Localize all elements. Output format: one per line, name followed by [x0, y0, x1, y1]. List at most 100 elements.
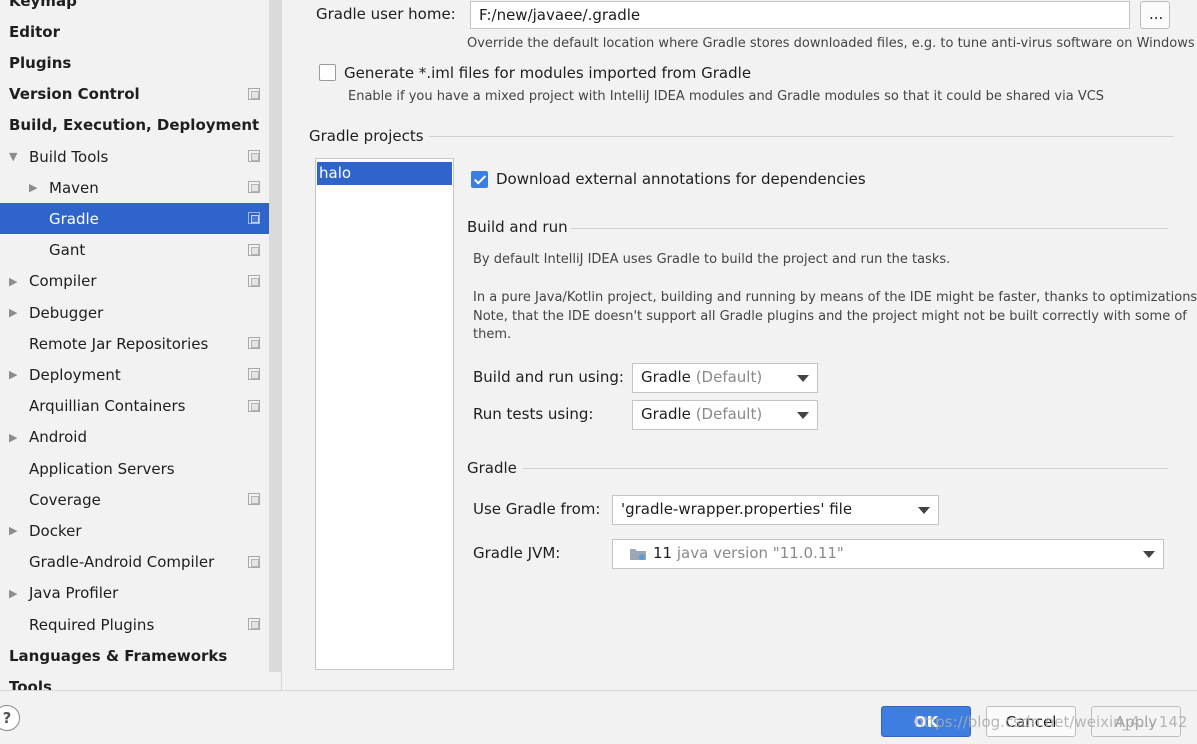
project-settings-icon: [248, 274, 260, 287]
sidebar-item-label: Gradle: [49, 209, 99, 228]
generate-iml-hint: Enable if you have a mixed project with …: [348, 89, 1105, 104]
project-list-item[interactable]: halo: [317, 162, 452, 185]
sidebar-item-version-control[interactable]: Version Control: [0, 79, 269, 110]
sidebar-item-tools[interactable]: Tools: [0, 671, 269, 690]
project-settings-icon: [248, 337, 260, 350]
build-description-3: Note, that the IDE doesn't support all G…: [473, 309, 1187, 324]
sidebar-item-label: Compiler: [29, 272, 97, 291]
project-settings-icon: [248, 243, 260, 256]
sidebar-item-gradle[interactable]: Gradle: [0, 203, 281, 235]
sidebar-item-coverage[interactable]: Coverage: [0, 484, 269, 515]
sidebar-item-label: Build, Execution, Deployment: [9, 116, 260, 135]
sidebar-item-build-execution-deployment[interactable]: Build, Execution, Deployment: [0, 110, 269, 141]
use-gradle-from-value: 'gradle-wrapper.properties' file: [621, 500, 853, 518]
sidebar-item-languages-frameworks[interactable]: Languages & Frameworks: [0, 640, 269, 671]
sidebar-item-deployment[interactable]: ▶ Deployment: [0, 359, 269, 390]
chevron-down-icon: [797, 412, 809, 419]
gradle-section-title: Gradle: [467, 459, 517, 477]
sidebar-item-label: Plugins: [9, 53, 72, 72]
build-description-2: In a pure Java/Kotlin project, building …: [473, 290, 1197, 305]
chevron-down-icon: [797, 375, 809, 382]
build-run-using-select[interactable]: Gradle (Default): [632, 363, 818, 393]
sidebar-item-android[interactable]: ▶ Android: [0, 422, 269, 453]
use-gradle-from-select[interactable]: 'gradle-wrapper.properties' file: [612, 495, 939, 525]
download-annotations-label: Download external annotations for depend…: [496, 170, 866, 188]
gradle-user-home-label: Gradle user home:: [316, 5, 456, 23]
sidebar-item-label: Gant: [49, 241, 86, 260]
sidebar-item-docker[interactable]: ▶ Docker: [0, 515, 269, 546]
build-run-using-value: Gradle (Default): [641, 368, 763, 386]
sidebar-scrollbar[interactable]: [269, 0, 281, 672]
sidebar-item-compiler[interactable]: ▶ Compiler: [0, 266, 269, 297]
sidebar-item-label: Tools: [9, 677, 52, 690]
gradle-user-home-field[interactable]: F:/new/javaee/.gradle: [470, 1, 1130, 29]
sidebar-item-label: Maven: [49, 178, 99, 197]
sidebar-item-required-plugins[interactable]: Required Plugins: [0, 609, 269, 640]
gradle-projects-list: halo: [315, 158, 454, 670]
sidebar-item-editor[interactable]: Editor: [0, 16, 269, 47]
sidebar-item-label: Build Tools: [29, 147, 109, 166]
sidebar-item-label: Docker: [29, 521, 82, 540]
settings-sidebar: Keymap Editor Plugins Version Control Build,…: [0, 0, 282, 690]
generate-iml-checkbox[interactable]: [319, 64, 336, 81]
sidebar-item-label: Editor: [9, 22, 60, 41]
run-tests-using-value: Gradle (Default): [641, 405, 763, 423]
expand-right-icon[interactable]: ▶: [9, 368, 21, 381]
use-gradle-from-label: Use Gradle from:: [473, 500, 601, 518]
browse-button[interactable]: ...: [1140, 1, 1170, 29]
sidebar-item-arquillian-containers[interactable]: Arquillian Containers: [0, 391, 269, 422]
build-description-1: By default IntelliJ IDEA uses Gradle to …: [473, 252, 951, 267]
sidebar-item-label: Remote Jar Repositories: [29, 334, 209, 353]
run-tests-using-label: Run tests using:: [473, 405, 594, 423]
project-settings-icon: [248, 399, 260, 412]
expand-right-icon[interactable]: ▶: [9, 275, 21, 288]
expand-right-icon[interactable]: ▶: [9, 524, 21, 537]
sidebar-item-label: Deployment: [29, 365, 121, 384]
project-settings-icon: [248, 150, 260, 162]
build-description-4: them.: [473, 327, 512, 342]
sidebar-item-gradle-android-compiler[interactable]: Gradle-Android Compiler: [0, 547, 269, 578]
expand-right-icon[interactable]: ▶: [9, 431, 21, 444]
sidebar-item-label: Required Plugins: [29, 615, 155, 634]
sidebar-item-label: Languages & Frameworks: [9, 646, 228, 665]
sidebar-item-label: Coverage: [29, 490, 101, 509]
expand-right-icon[interactable]: ▶: [29, 181, 41, 194]
gradle-user-home-value: F:/new/javaee/.gradle: [479, 6, 641, 24]
sidebar-item-remote-jar-repositories[interactable]: Remote Jar Repositories: [0, 328, 269, 359]
project-settings-icon: [248, 212, 260, 225]
project-settings-icon: [248, 618, 260, 630]
sidebar-item-application-servers[interactable]: Application Servers: [0, 453, 269, 484]
gradle-jvm-label: Gradle JVM:: [473, 544, 561, 562]
sidebar-item-maven[interactable]: ▶ Maven: [0, 172, 269, 203]
gradle-projects-separator: [429, 136, 1174, 137]
sidebar-item-debugger[interactable]: ▶ Debugger: [0, 297, 269, 328]
expand-right-icon[interactable]: ▶: [9, 306, 21, 319]
sidebar-item-label: Gradle-Android Compiler: [29, 553, 215, 572]
build-and-run-separator: [571, 228, 1168, 229]
expand-down-icon[interactable]: ▼: [9, 150, 21, 163]
sidebar-item-label: Version Control: [9, 85, 140, 104]
sidebar-item-plugins[interactable]: Plugins: [0, 47, 269, 78]
project-settings-icon: [248, 87, 260, 100]
folder-icon: [629, 547, 647, 561]
sidebar-item-java-profiler[interactable]: ▶ Java Profiler: [0, 578, 269, 609]
help-button[interactable]: ?: [0, 705, 20, 731]
chevron-down-icon: [918, 507, 930, 514]
expand-right-icon[interactable]: ▶: [9, 587, 21, 600]
gradle-user-home-hint: Override the default location where Grad…: [467, 36, 1195, 51]
dialog-button-bar: ? OK Cancel Apply https://blog.csdn.net/…: [0, 690, 1197, 744]
build-and-run-title: Build and run: [467, 218, 568, 236]
sidebar-item-build-tools[interactable]: ▼ Build Tools: [0, 141, 269, 172]
sidebar-item-label: Keymap: [9, 0, 77, 10]
sidebar-item-keymap[interactable]: Keymap: [0, 0, 269, 16]
gradle-settings-panel: Gradle user home: F:/new/javaee/.gradle …: [283, 0, 1197, 690]
watermark: https://blog.csdn.net/weixin_4... 142: [914, 713, 1188, 731]
project-settings-icon: [248, 368, 260, 381]
sidebar-item-gant[interactable]: Gant: [0, 235, 269, 266]
run-tests-using-select[interactable]: Gradle (Default): [632, 400, 818, 430]
download-annotations-checkbox[interactable]: [471, 171, 488, 188]
sidebar-item-label: Debugger: [29, 303, 104, 322]
generate-iml-label: Generate *.iml files for modules importe…: [344, 64, 752, 82]
project-settings-icon: [248, 555, 260, 568]
gradle-jvm-select[interactable]: 11 java version "11.0.11": [612, 539, 1164, 569]
